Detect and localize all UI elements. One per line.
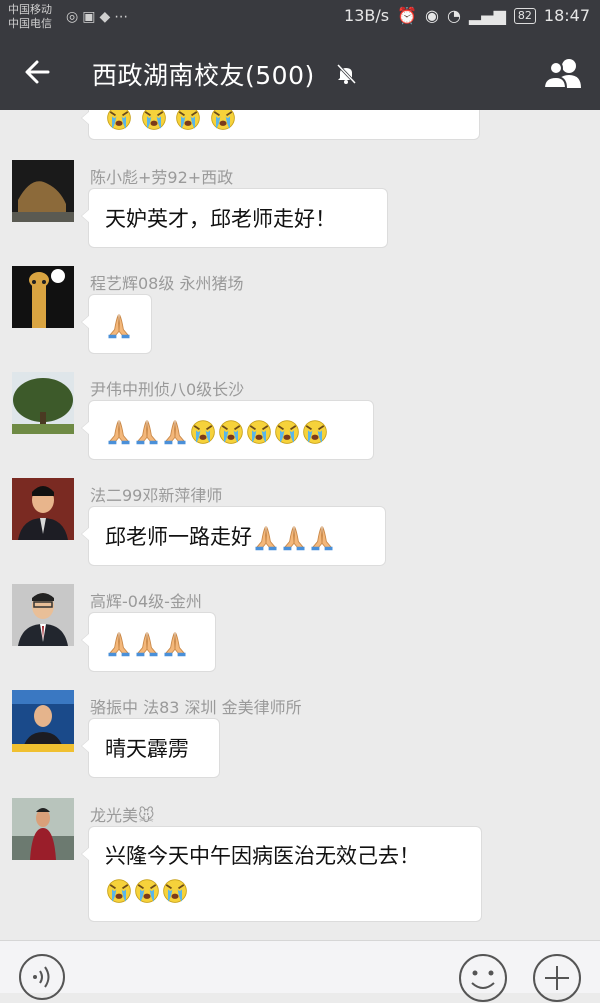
sender-name: 骆振中 法83 深圳 金美律师所 [90, 698, 302, 717]
emoji-row [105, 873, 465, 907]
avatar[interactable] [12, 266, 74, 328]
crying-face-icon [245, 418, 273, 446]
sender-name-text: 龙光美 [90, 806, 139, 825]
message-text: 晴天霹雳 [105, 737, 189, 761]
crying-face-icon [140, 110, 168, 132]
chat-header: 西政湖南校友(500) [0, 36, 600, 110]
battery-level: 82 [513, 7, 536, 24]
folded-hands-icon [161, 418, 189, 446]
crying-face-icon [105, 110, 133, 132]
crying-face-icon [161, 877, 189, 905]
crying-face-icon [273, 418, 301, 446]
folded-hands-icon [161, 630, 189, 658]
sender-name: 龙光美🐭 [90, 802, 155, 826]
voice-input-icon[interactable] [18, 953, 66, 1001]
sender-name: 法二99邓新萍律师 [90, 486, 223, 505]
avatar[interactable] [12, 798, 74, 860]
carrier-labels: 中国移动 中国电信 [8, 3, 52, 31]
avatar[interactable] [12, 690, 74, 752]
avatar[interactable] [12, 160, 74, 222]
chat-title: 西政湖南校友(500) [92, 61, 315, 90]
eye-icon: ◉ [425, 6, 439, 25]
avatar[interactable] [12, 584, 74, 646]
message-bubble[interactable]: 天妒英才，邱老师走好！ [81, 188, 388, 248]
folded-hands-icon [308, 524, 336, 552]
avatar[interactable] [12, 372, 74, 434]
crying-face-icon [189, 418, 217, 446]
alarm-icon: ⏰ [397, 6, 418, 25]
input-bar [0, 940, 600, 1002]
message-bubble[interactable]: 晴天霹雳 [81, 718, 220, 778]
message-bubble[interactable] [81, 110, 480, 140]
emoji-picker-icon[interactable] [458, 953, 508, 1003]
clock: 18:47 [543, 6, 590, 25]
folded-hands-icon [105, 630, 133, 658]
crying-face-icon [105, 877, 133, 905]
network-speed: 13B/s [344, 6, 390, 25]
message-bubble[interactable] [81, 294, 152, 354]
more-options-icon[interactable] [532, 953, 582, 1003]
crying-face-icon [209, 110, 237, 132]
folded-hands-icon [252, 524, 280, 552]
message-list[interactable]: 陈小彪+劳92+西政 天妒英才，邱老师走好！ 程艺辉08级 永州猪场 尹伟中刑侦… [0, 110, 600, 940]
folded-hands-icon [280, 524, 308, 552]
notification-icons: ◎▣◆⋯ [66, 9, 133, 25]
sender-name: 陈小彪+劳92+西政 [90, 168, 234, 187]
sender-name: 程艺辉08级 永州猪场 [90, 274, 244, 293]
signal-icon: ▂▄▆ [468, 6, 506, 25]
message-bubble[interactable] [81, 612, 216, 672]
message-bubble[interactable]: 兴隆今天中午因病医治无效己去！ [81, 826, 482, 922]
crying-face-icon [174, 110, 202, 132]
folded-hands-icon [133, 630, 161, 658]
message-bubble[interactable] [81, 400, 374, 460]
sender-name: 高辉-04级-金州 [90, 592, 202, 611]
message-bubble[interactable]: 邱老师一路走好 [81, 506, 386, 566]
folded-hands-icon [105, 418, 133, 446]
back-arrow-icon[interactable] [20, 54, 56, 90]
folded-hands-icon [133, 418, 161, 446]
crying-face-icon [301, 418, 329, 446]
carrier-1: 中国移动 [8, 3, 52, 16]
sender-name: 尹伟中刑侦八0级长沙 [90, 380, 245, 399]
mute-icon [336, 63, 357, 85]
message-text: 兴隆今天中午因病医治无效己去！ [105, 844, 420, 868]
crying-face-icon [217, 418, 245, 446]
carrier-2: 中国电信 [8, 17, 52, 30]
crying-face-icon [133, 877, 161, 905]
message-text: 天妒英才，邱老师走好！ [105, 207, 336, 231]
status-right: 13B/s ⏰ ◉ ◔ ▂▄▆ 82 18:47 [344, 6, 590, 25]
mouse-face-icon: 🐭 [138, 806, 155, 825]
wifi-icon: ◔ [447, 6, 461, 25]
status-bar: 中国移动 中国电信 ◎▣◆⋯ 13B/s ⏰ ◉ ◔ ▂▄▆ 82 18:47 [0, 0, 600, 36]
group-members-icon[interactable] [542, 56, 584, 90]
folded-hands-icon [105, 312, 133, 340]
message-text: 邱老师一路走好 [105, 525, 252, 549]
avatar[interactable] [12, 478, 74, 540]
